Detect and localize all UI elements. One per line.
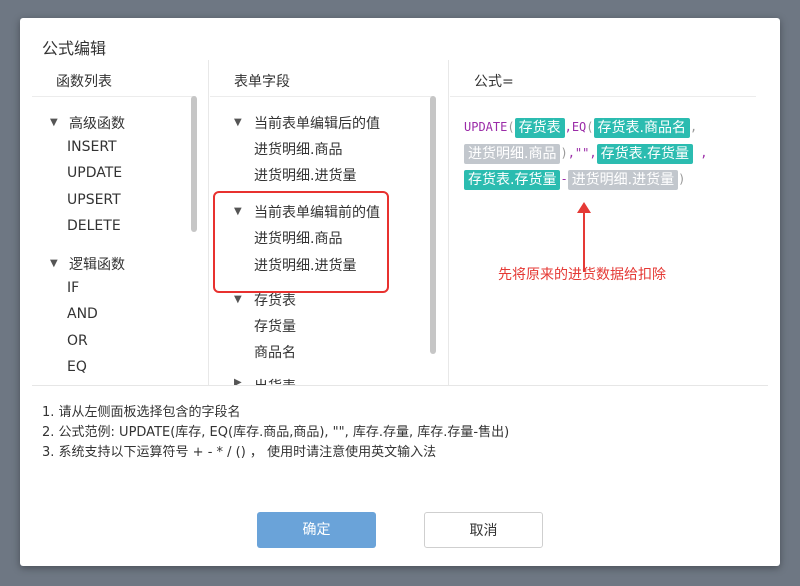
function-item-if[interactable]: IF bbox=[67, 280, 79, 296]
formula-field-tag[interactable]: 进货明细.进货量 bbox=[567, 169, 679, 190]
formula-editor[interactable]: UPDATE(存货表 ,EQ(存货表.商品名, 进货明细.商品),"", 存货表.存… bbox=[464, 114, 756, 192]
formula-comma: , bbox=[567, 146, 575, 160]
caret-down-icon[interactable]: ▼ bbox=[50, 258, 58, 269]
formula-header: 公式= bbox=[474, 74, 514, 90]
formula-comma: , bbox=[689, 120, 698, 134]
formula-comma: , bbox=[564, 120, 572, 134]
formula-field-tag[interactable]: 存货表.存货量 bbox=[596, 143, 694, 164]
caret-down-icon[interactable]: ▼ bbox=[234, 294, 242, 305]
field-group-outbound[interactable]: 出货表 bbox=[254, 376, 296, 385]
field-item[interactable]: 进货明细.进货量 bbox=[254, 165, 356, 185]
form-fields-scrollbar[interactable] bbox=[430, 96, 436, 354]
hint-line: 2. 公式范例: UPDATE(库存, EQ(库存.商品,商品), "", 库存… bbox=[42, 425, 510, 440]
highlight-box bbox=[213, 191, 389, 293]
formula-empty-string: "" bbox=[574, 146, 590, 160]
function-item-upsert[interactable]: UPSERT bbox=[67, 192, 121, 208]
caret-down-icon[interactable]: ▼ bbox=[50, 117, 58, 128]
caret-down-icon[interactable]: ▼ bbox=[234, 117, 242, 128]
hint-line: 3. 系统支持以下运算符号 + - * / () ， 使用时请注意使用英文输入法 bbox=[42, 445, 437, 460]
function-item-eq[interactable]: EQ bbox=[67, 359, 87, 375]
annotation-text: 先将原来的进货数据给扣除 bbox=[498, 267, 666, 283]
function-item-insert[interactable]: INSERT bbox=[67, 139, 117, 155]
column-divider bbox=[448, 60, 449, 385]
panel-underline bbox=[210, 96, 434, 97]
function-item-delete[interactable]: DELETE bbox=[67, 218, 121, 234]
formula-comma: , bbox=[589, 146, 597, 160]
function-list-header: 函数列表 bbox=[56, 74, 112, 90]
formula-editor-dialog: 公式编辑 函数列表 表单字段 公式= ▼ 高级函数 INSERT UPDATE … bbox=[20, 18, 780, 566]
clipped-row: ▶ 出货表 bbox=[216, 368, 430, 385]
column-divider bbox=[208, 60, 209, 385]
field-group-after-edit[interactable]: 当前表单编辑后的值 bbox=[254, 113, 380, 133]
panel-underline bbox=[450, 96, 756, 97]
formula-field-tag[interactable]: 存货表.存货量 bbox=[464, 169, 561, 190]
field-group-inventory[interactable]: 存货表 bbox=[254, 290, 296, 310]
caret-right-icon[interactable]: ▶ bbox=[234, 377, 242, 385]
formula-paren: ( bbox=[586, 120, 594, 134]
panel-underline bbox=[32, 96, 196, 97]
section-divider bbox=[32, 385, 768, 386]
cancel-button[interactable]: 取消 bbox=[424, 512, 543, 548]
form-fields-header: 表单字段 bbox=[234, 74, 290, 90]
formula-minus: - bbox=[560, 172, 568, 186]
formula-comma: , bbox=[700, 146, 708, 160]
formula-paren: ) bbox=[678, 172, 686, 186]
formula-field-tag[interactable]: 存货表 bbox=[514, 117, 565, 138]
field-item[interactable]: 存货量 bbox=[254, 316, 296, 336]
formula-paren: ) bbox=[560, 146, 568, 160]
confirm-button[interactable]: 确定 bbox=[257, 512, 376, 548]
arrow-shaft bbox=[583, 210, 585, 272]
formula-field-tag[interactable]: 存货表.商品名 bbox=[593, 117, 690, 138]
function-item-or[interactable]: OR bbox=[67, 333, 88, 349]
dialog-title: 公式编辑 bbox=[42, 39, 107, 58]
function-group-logic[interactable]: 逻辑函数 bbox=[69, 254, 125, 274]
field-item[interactable]: 商品名 bbox=[254, 342, 296, 362]
hint-line: 1. 请从左侧面板选择包含的字段名 bbox=[42, 405, 241, 420]
function-group-advanced[interactable]: 高级函数 bbox=[69, 113, 125, 133]
formula-field-tag[interactable]: 进货明细.商品 bbox=[464, 143, 561, 164]
field-item[interactable]: 进货明细.商品 bbox=[254, 139, 342, 159]
formula-func-update: UPDATE bbox=[464, 120, 508, 134]
formula-paren: ( bbox=[507, 120, 515, 134]
formula-func-eq: EQ bbox=[571, 120, 587, 134]
function-item-and[interactable]: AND bbox=[67, 306, 98, 322]
function-item-update[interactable]: UPDATE bbox=[67, 165, 122, 181]
function-list-scrollbar[interactable] bbox=[191, 96, 197, 232]
